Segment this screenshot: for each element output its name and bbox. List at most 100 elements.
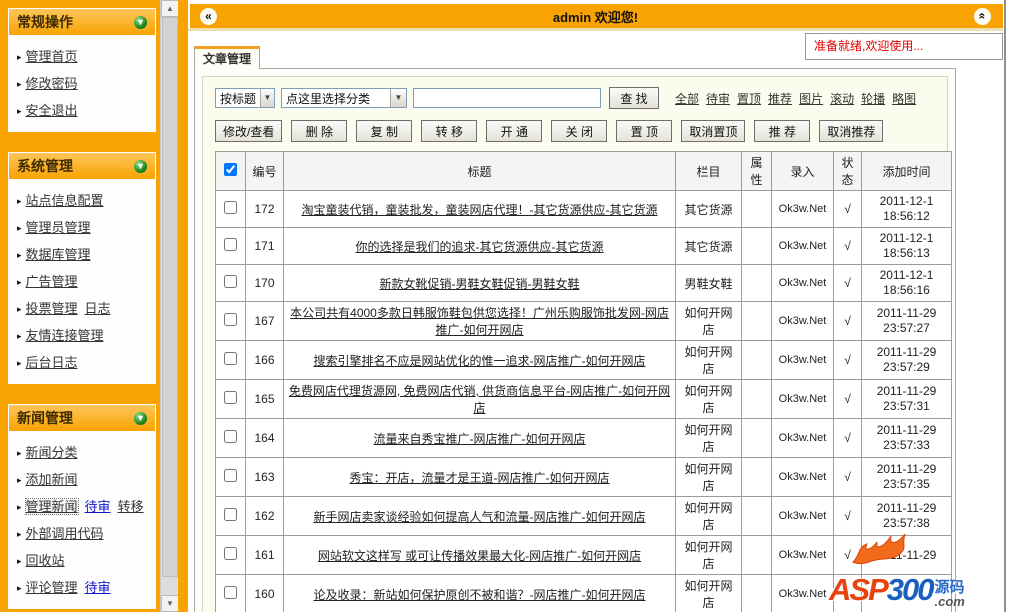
filter-link[interactable]: 置顶 [737,92,761,106]
row-checkbox[interactable] [224,313,237,326]
sidebar-link[interactable]: 友情连接管理 [26,328,104,343]
filter-link[interactable]: 略图 [892,92,916,106]
sidebar-link[interactable]: 投票管理 [26,301,78,316]
action-button[interactable]: 修改/查看 [215,120,283,142]
sidebar-link[interactable]: 回收站 [26,553,65,568]
sidebar-link[interactable]: 添加新闻 [26,472,78,487]
sidebar-link[interactable]: 安全退出 [26,103,78,118]
section-header[interactable]: 系统管理 ▼ [9,153,155,180]
title-cell: 本公司共有4000多款日韩服饰鞋包供您选择！广州乐购服饰批发网-网店推广-如何开… [283,301,676,341]
row-checkbox[interactable] [224,547,237,560]
sidebar-link[interactable]: 广告管理 [26,274,78,289]
scroll-down-button[interactable]: ▼ [161,595,179,612]
editor-cell: Ok3w.Net [771,190,834,228]
sidebar-item: ▸ 友情连接管理 [15,321,151,348]
row-checkbox[interactable] [224,201,237,214]
action-button[interactable]: 开 通 [486,120,543,142]
section-header[interactable]: 常规操作 ▼ [9,9,155,36]
sidebar-link[interactable]: 管理首页 [26,49,78,64]
action-button[interactable]: 复 制 [356,120,413,142]
article-title-link[interactable]: 淘宝童装代销，童装批发，童装网店代理！-其它货源供应-其它货源 [302,203,658,217]
action-button[interactable]: 转 移 [421,120,478,142]
article-title-link[interactable]: 你的选择是我们的追求-其它货源供应-其它货源 [356,240,604,254]
filter-link[interactable]: 轮播 [861,92,885,106]
filter-link[interactable]: 图片 [799,92,823,106]
article-title-link[interactable]: 新款女靴促销-男鞋女鞋促销-男鞋女鞋 [380,277,580,291]
article-title-link[interactable]: 免费网店代理货源网, 免费网店代销, 供货商信息平台-网店推广-如何开网店 [289,384,670,415]
article-title-link[interactable]: 流量来自秀宝推广-网店推广-如何开网店 [374,432,586,446]
row-checkbox[interactable] [224,586,237,599]
scroll-top-icon[interactable]: « [974,7,991,25]
filter-link[interactable]: 待审 [706,92,730,106]
collapse-arrow-icon[interactable]: ▼ [134,159,147,173]
collapse-sidebar-icon[interactable]: « [200,7,217,25]
sidebar-item: ▸ 数据库管理 [15,240,151,267]
article-title-link[interactable]: 秀宝：开店，流量才是王道-网店推广-如何开网店 [350,471,610,485]
editor-cell: Ok3w.Net [771,340,834,380]
article-title-link[interactable]: 网站软文这样写 或可让传播效果最大化-网店推广-如何开网店 [318,549,641,563]
sidebar-link[interactable]: 新闻分类 [26,445,78,460]
collapse-arrow-icon[interactable]: ▼ [134,15,147,29]
sidebar-link[interactable]: 评论管理 [26,580,78,595]
scroll-up-button[interactable]: ▲ [161,0,179,17]
action-button[interactable]: 取消置顶 [681,120,746,142]
editor-cell: Ok3w.Net [771,496,834,536]
bullet-icon: ▸ [17,448,22,458]
action-button[interactable]: 取消推荐 [819,120,884,142]
search-field-select[interactable]: 按标题 ▼ [215,88,275,108]
article-title-link[interactable]: 论及收录：新站如何保护原创不被和谐？-网店推广-如何开网店 [314,588,646,602]
row-checkbox[interactable] [224,469,237,482]
attr-cell [741,496,772,536]
row-checkbox[interactable] [224,430,237,443]
row-checkbox[interactable] [224,508,237,521]
action-button[interactable]: 删 除 [291,120,348,142]
sidebar-link-extra[interactable]: 转移 [118,499,144,514]
action-button[interactable]: 推 荐 [754,120,811,142]
collapse-arrow-icon[interactable]: ▼ [134,411,147,425]
article-title-link[interactable]: 搜索引擎排名不应是网站优化的惟一追求-网店推广-如何开网店 [314,354,646,368]
topbar-underline [188,28,1003,31]
scrollbar-thumb[interactable] [162,17,178,577]
sidebar-link[interactable]: 站点信息配置 [26,193,104,208]
checkbox-cell [215,190,246,228]
attr-cell [741,301,772,341]
row-checkbox[interactable] [224,275,237,288]
sidebar-link[interactable]: 管理员管理 [26,220,91,235]
search-button[interactable]: 查 找 [609,87,659,109]
sidebar-link-extra[interactable]: 日志 [85,301,111,316]
category-select[interactable]: 点这里选择分类 ▼ [281,88,407,108]
editor-cell: Ok3w.Net [771,227,834,265]
sidebar-link[interactable]: 后台日志 [26,355,78,370]
sidebar-scrollbar[interactable]: ▲ ▼ [160,0,179,612]
tab-article-management[interactable]: 文章管理 [194,46,260,69]
sidebar-link[interactable]: 修改密码 [26,76,78,91]
main-area: « admin 欢迎您! « 准备就绪,欢迎使用... 文章管理 按标题 ▼ 点… [188,0,1011,612]
sidebar-link-extra[interactable]: 待审 [85,499,111,514]
article-title-link[interactable]: 本公司共有4000多款日韩服饰鞋包供您选择！广州乐购服饰批发网-网店推广-如何开… [290,306,669,337]
header-attr: 属性 [741,151,772,191]
sidebar-link[interactable]: 外部调用代码 [26,526,104,541]
bullet-icon: ▸ [17,277,22,287]
section-header[interactable]: 新闻管理 ▼ [9,405,155,432]
sidebar-link-extra[interactable]: 待审 [85,580,111,595]
action-button[interactable]: 置 顶 [616,120,673,142]
filter-link[interactable]: 全部 [675,92,699,106]
article-title-link[interactable]: 新手网店卖家谈经验如何提高人气和流量-网店推广-如何开网店 [314,510,646,524]
filter-link[interactable]: 滚动 [830,92,854,106]
attr-cell [741,264,772,302]
filter-link[interactable]: 推荐 [768,92,792,106]
row-checkbox[interactable] [224,352,237,365]
checkbox-cell [215,227,246,265]
sidebar-link[interactable]: 数据库管理 [26,247,91,262]
row-checkbox[interactable] [224,238,237,251]
action-button[interactable]: 关 闭 [551,120,608,142]
sidebar-link[interactable]: 管理新闻 [24,498,79,515]
status-cell: √ [833,496,862,536]
sidebar-item: ▸ 管理新闻 待审 转移 [15,492,151,519]
checkbox-cell [215,457,246,497]
section-title: 新闻管理 [17,410,73,426]
keyword-input[interactable] [413,88,601,108]
row-checkbox[interactable] [224,391,237,404]
select-all-checkbox[interactable] [224,163,237,176]
header-time: 添加时间 [861,151,952,191]
